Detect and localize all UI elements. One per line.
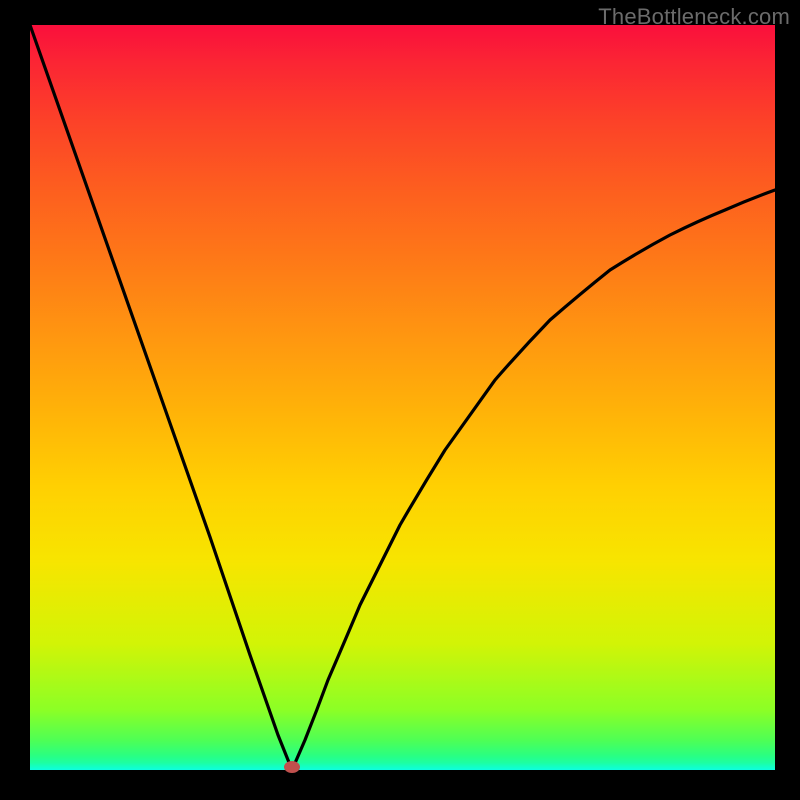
- bottleneck-curve: [30, 25, 775, 770]
- marker-dot: [284, 761, 300, 773]
- chart-svg: [30, 25, 775, 770]
- chart-plot-area: [30, 25, 775, 770]
